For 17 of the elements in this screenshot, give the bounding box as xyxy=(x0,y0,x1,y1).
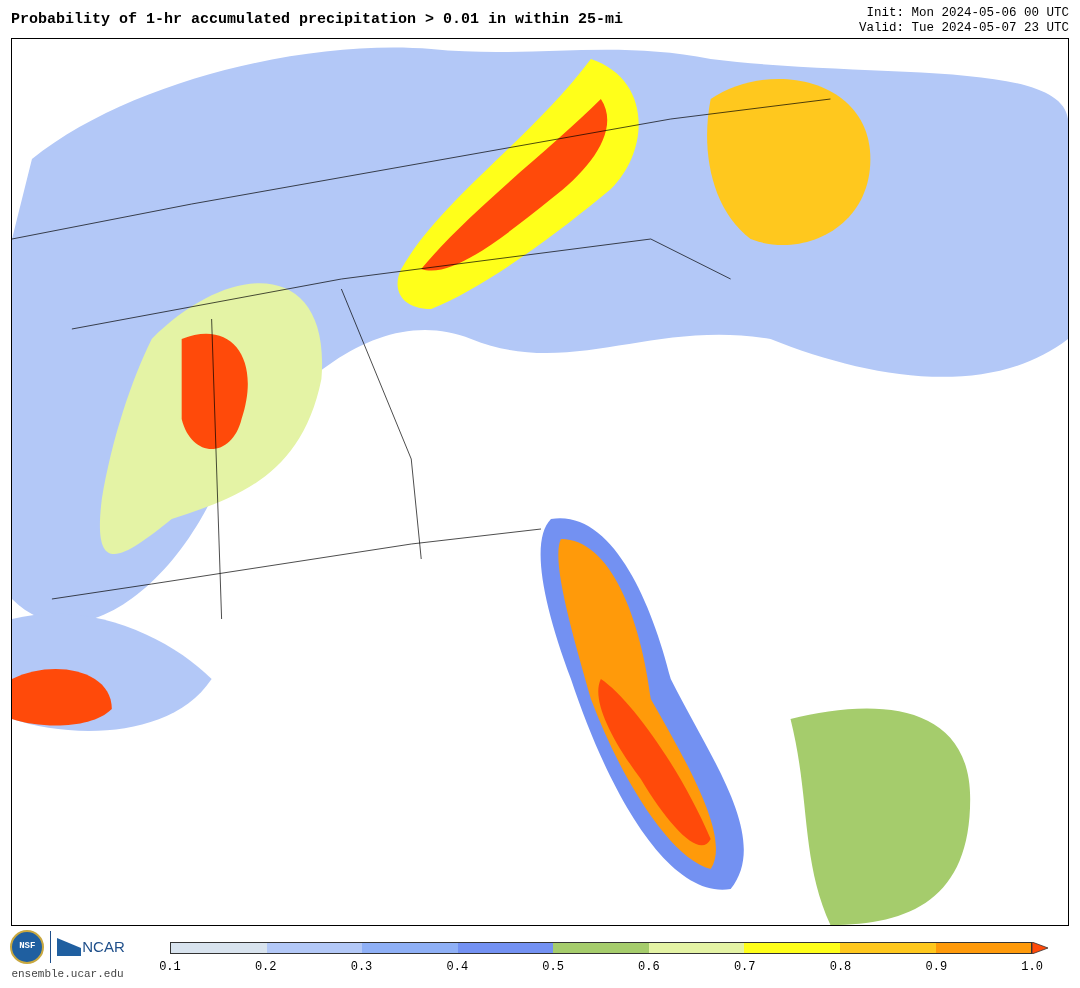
tick-label: 0.5 xyxy=(542,959,564,976)
tick-label: 0.2 xyxy=(254,959,277,976)
valid-time: Valid: Tue 2024-05-07 23 UTC xyxy=(858,21,1069,36)
chart-title: Probability of 1-hr accumulated precipitation > 0.01 in within 25-mi xyxy=(11,12,624,27)
ncar-logo-icon xyxy=(57,938,82,956)
tick-label: 0.3 xyxy=(350,959,373,976)
tick-label: 0.4 xyxy=(446,959,469,976)
tick-label: 0.9 xyxy=(925,959,948,976)
tick-label: 0.6 xyxy=(638,959,660,976)
init-time: Init: Mon 2024-05-06 00 UTC xyxy=(866,6,1069,21)
tick-label: 0.7 xyxy=(733,959,756,976)
website-url: ensemble.ucar.edu xyxy=(11,967,124,982)
nsf-logo: NSF xyxy=(10,930,45,964)
ncar-logo-text: NCAR xyxy=(82,936,125,957)
tick-label: 0.1 xyxy=(159,959,181,976)
tick-label: 0.8 xyxy=(829,959,852,976)
tick-label: 1.0 xyxy=(1021,959,1043,976)
